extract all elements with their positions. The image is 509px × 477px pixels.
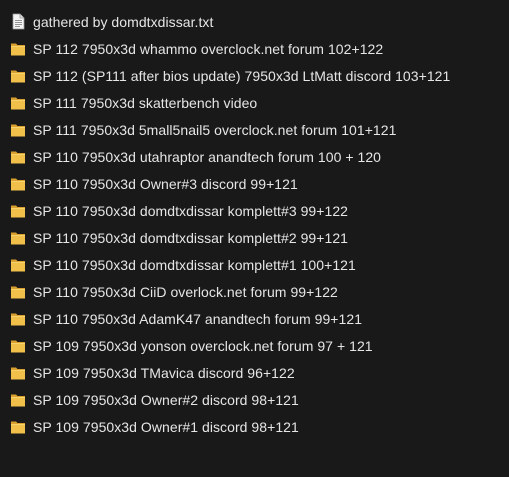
item-name: SP 110 7950x3d domdtxdissar komplett#3 9…	[33, 202, 349, 219]
folder-icon	[10, 337, 26, 354]
folder-icon	[10, 175, 26, 192]
item-name: gathered by domdtxdissar.txt	[33, 13, 214, 30]
file-explorer-window: gathered by domdtxdissar.txt SP 112 7950x…	[0, 0, 509, 477]
folder-item[interactable]: SP 110 7950x3d Owner#3 discord 99+121	[0, 170, 509, 197]
file-item[interactable]: gathered by domdtxdissar.txt	[0, 8, 509, 35]
folder-icon	[10, 94, 26, 111]
folder-icon	[10, 40, 26, 57]
item-name: SP 110 7950x3d Owner#3 discord 99+121	[33, 175, 298, 192]
folder-item[interactable]: SP 110 7950x3d domdtxdissar komplett#1 1…	[0, 251, 509, 278]
item-name: SP 110 7950x3d AdamK47 anandtech forum 9…	[33, 310, 363, 327]
item-name: SP 110 7950x3d domdtxdissar komplett#1 1…	[33, 256, 356, 273]
item-name: SP 111 7950x3d 5mall5nail5 overclock.net…	[33, 121, 397, 138]
folder-icon	[10, 391, 26, 408]
folder-icon	[10, 283, 26, 300]
folder-icon	[10, 310, 26, 327]
folder-item[interactable]: SP 110 7950x3d CiiD overlock.net forum 9…	[0, 278, 509, 305]
folder-item[interactable]: SP 111 7950x3d skatterbench video	[0, 89, 509, 116]
item-name: SP 112 (SP111 after bios update) 7950x3d…	[33, 67, 451, 84]
folder-item[interactable]: SP 109 7950x3d Owner#1 discord 98+121	[0, 413, 509, 440]
item-name: SP 110 7950x3d utahraptor anandtech foru…	[33, 148, 382, 165]
folder-item[interactable]: SP 110 7950x3d utahraptor anandtech foru…	[0, 143, 509, 170]
folder-item[interactable]: SP 112 7950x3d whammo overclock.net foru…	[0, 35, 509, 62]
folder-icon	[10, 364, 26, 381]
folder-item[interactable]: SP 109 7950x3d yonson overclock.net foru…	[0, 332, 509, 359]
folder-item[interactable]: SP 109 7950x3d Owner#2 discord 98+121	[0, 386, 509, 413]
folder-item[interactable]: SP 109 7950x3d TMavica discord 96+122	[0, 359, 509, 386]
folder-item[interactable]: SP 110 7950x3d domdtxdissar komplett#2 9…	[0, 224, 509, 251]
folder-item[interactable]: SP 112 (SP111 after bios update) 7950x3d…	[0, 62, 509, 89]
folder-icon	[10, 418, 26, 435]
folder-icon	[10, 67, 26, 84]
folder-icon	[10, 256, 26, 273]
text-file-icon	[10, 13, 26, 30]
folder-icon	[10, 229, 26, 246]
folder-item[interactable]: SP 111 7950x3d 5mall5nail5 overclock.net…	[0, 116, 509, 143]
item-name: SP 110 7950x3d CiiD overlock.net forum 9…	[33, 283, 338, 300]
item-name: SP 109 7950x3d TMavica discord 96+122	[33, 364, 295, 381]
folder-icon	[10, 148, 26, 165]
item-name: SP 109 7950x3d yonson overclock.net foru…	[33, 337, 373, 354]
folder-icon	[10, 121, 26, 138]
folder-item[interactable]: SP 110 7950x3d domdtxdissar komplett#3 9…	[0, 197, 509, 224]
folder-item[interactable]: SP 110 7950x3d AdamK47 anandtech forum 9…	[0, 305, 509, 332]
item-name: SP 112 7950x3d whammo overclock.net foru…	[33, 40, 384, 57]
item-name: SP 109 7950x3d Owner#2 discord 98+121	[33, 391, 299, 408]
item-name: SP 111 7950x3d skatterbench video	[33, 94, 258, 111]
item-name: SP 109 7950x3d Owner#1 discord 98+121	[33, 418, 299, 435]
file-list: gathered by domdtxdissar.txt SP 112 7950x…	[0, 8, 509, 440]
folder-icon	[10, 202, 26, 219]
item-name: SP 110 7950x3d domdtxdissar komplett#2 9…	[33, 229, 349, 246]
